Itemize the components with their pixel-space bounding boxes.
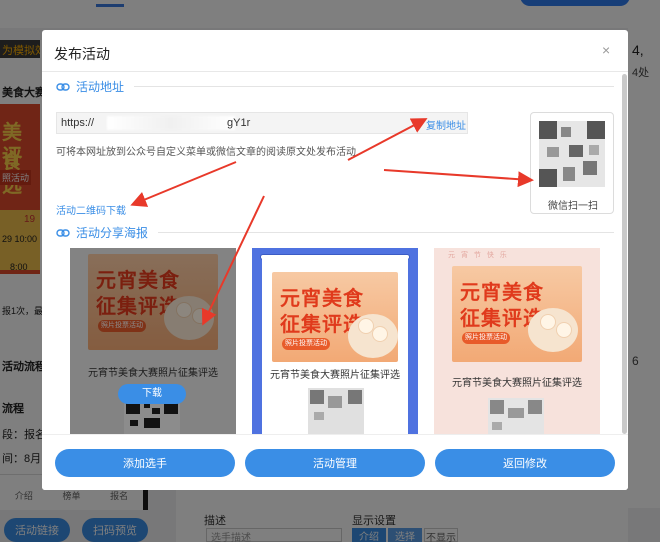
- poster-2-art-line1: 元宵美食: [280, 288, 364, 310]
- url-hint-text: 可将本网址放到公众号自定义菜单或微信文章的阅读原文处发布活动: [56, 147, 356, 158]
- poster-3-tag: 照片投票活动: [462, 332, 510, 344]
- poster-template-2[interactable]: 元宵美食 征集评选 照片投票活动 元宵节美食大赛照片征集评选: [252, 248, 418, 434]
- wechat-qr-card: 微信扫一扫: [530, 112, 614, 214]
- poster-template-1[interactable]: 元宵美食 征集评选 照片投票活动 元宵节美食大赛照片征集评选 下载: [70, 248, 236, 434]
- poster-2-tag: 照片投票活动: [282, 338, 330, 350]
- qr-caption: 微信扫一扫: [548, 201, 598, 212]
- qr-code-icon: [488, 398, 544, 434]
- poster-3-art-line1: 元宵美食: [460, 282, 544, 304]
- back-edit-button[interactable]: 返回修改: [435, 449, 615, 477]
- activity-url-field[interactable]: https:// gY1r: [56, 112, 468, 134]
- poster-1-hover-overlay: [70, 248, 236, 434]
- poster-3-ball: [540, 314, 556, 330]
- url-prefix: https://: [61, 117, 95, 129]
- activity-manage-button[interactable]: 活动管理: [245, 449, 425, 477]
- poster-template-3[interactable]: 元 宵 节 快 乐 元宵美食 征集评选 照片投票活动 元宵节美食大赛照片征集评选: [434, 248, 600, 434]
- qr-code-icon: [308, 388, 364, 434]
- copy-address-button[interactable]: 复制地址: [426, 117, 466, 132]
- dialog-footer: 添加选手 活动管理 返回修改: [42, 434, 628, 490]
- poster-3-qr: [488, 398, 544, 434]
- poster-3-deco: 元 宵 节 快 乐: [448, 252, 509, 259]
- poster-download-button[interactable]: 下载: [118, 384, 186, 404]
- link-icon: [56, 82, 70, 91]
- dialog-scrollbar[interactable]: [622, 74, 627, 434]
- title-divider: [42, 71, 628, 72]
- section-activity-address: 活动地址: [56, 78, 614, 95]
- section-poster-label: 活动分享海报: [76, 226, 149, 240]
- section-address-label: 活动地址: [76, 80, 125, 94]
- section-poster-line: [158, 232, 614, 233]
- dialog-title: 发布活动: [54, 46, 110, 62]
- poster-3-ball: [556, 322, 572, 338]
- qr-code-icon: [539, 121, 605, 187]
- poster-2-qr: [308, 388, 364, 434]
- publish-activity-dialog: 发布活动 × 活动地址 https:// gY1r 复制地址 可将本网址放到公众…: [42, 30, 628, 490]
- close-icon[interactable]: ×: [602, 42, 610, 58]
- link-icon: [56, 228, 70, 237]
- poster-3-artwork: 元宵美食 征集评选 照片投票活动: [452, 266, 582, 362]
- add-player-button[interactable]: 添加选手: [55, 449, 235, 477]
- poster-2-title: 元宵节美食大赛照片征集评选: [270, 370, 400, 381]
- poster-2-artwork: 元宵美食 征集评选 照片投票活动: [272, 272, 398, 362]
- poster-2-card: 元宵美食 征集评选 照片投票活动 元宵节美食大赛照片征集评选: [262, 258, 408, 434]
- url-suffix: gY1r: [227, 117, 251, 129]
- poster-2-ball: [372, 326, 388, 342]
- url-redacted: [107, 116, 235, 130]
- qr-code-download-link[interactable]: 活动二维码下载: [56, 202, 126, 217]
- poster-3-title: 元宵节美食大赛照片征集评选: [452, 378, 582, 389]
- section-address-line: [134, 86, 614, 87]
- section-share-poster: 活动分享海报: [56, 224, 614, 241]
